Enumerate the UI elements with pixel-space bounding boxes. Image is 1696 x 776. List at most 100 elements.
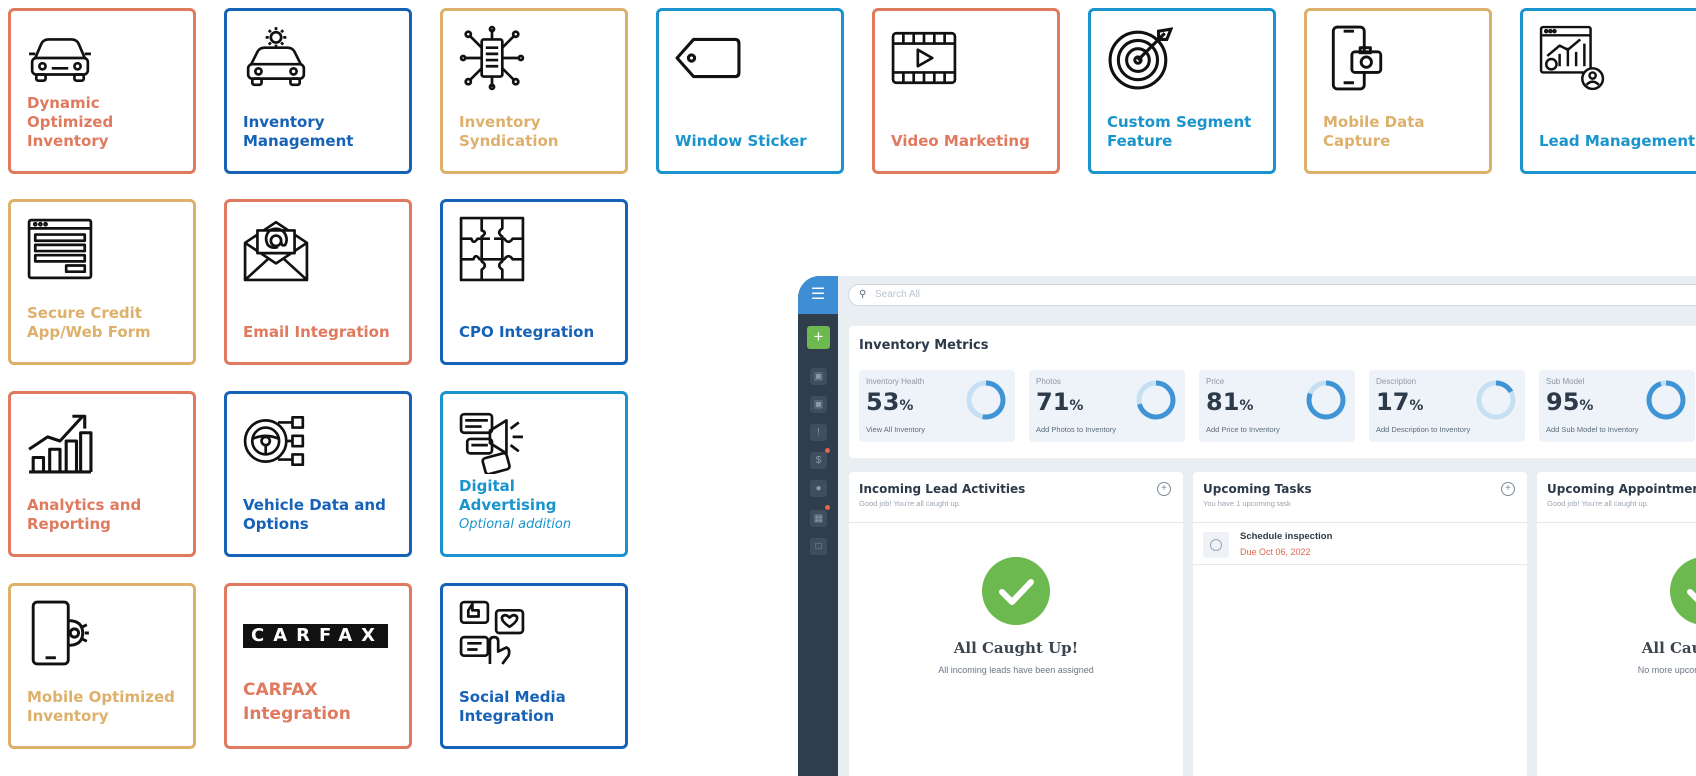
metric-action-link[interactable]: Add Photos to Inventory [1036,425,1116,434]
chat-icon[interactable]: ● [810,480,827,497]
card-label: Inventory Management [243,113,354,150]
card-video-marketing[interactable]: Video Marketing [872,8,1060,174]
sidebar: ☰ + ▣ ▣ ! $ ● ▦ □ [798,276,838,776]
metric-donut [1476,380,1516,420]
empty-state-text: All incoming leads have been assigned [938,665,1094,675]
target-icon [1107,25,1173,91]
donut-fill [1646,380,1686,420]
search-input[interactable]: ⚲ Search All [848,284,1696,306]
metric-description[interactable]: Description 17% Add Description to Inven… [1369,370,1525,442]
panel-title: Upcoming Tasks [1203,482,1312,496]
divider [849,522,1183,523]
card-label: Analytics and Reporting [27,496,142,533]
card-label: Digital Advertising Optional addition [459,477,617,534]
card-vehicle-data-options[interactable]: Vehicle Data and Options [224,391,412,557]
card-secure-credit-app[interactable]: Secure Credit App/Web Form [8,199,196,365]
card-label: CPO Integration [459,323,595,341]
car-icon[interactable]: ▣ [810,368,827,385]
card-sublabel: Optional addition [459,517,572,532]
phone-camera-icon [1323,25,1389,91]
add-lead-button[interactable]: + [1157,482,1171,496]
metric-label: Description [1376,377,1417,386]
panel-subtitle: Good job! You're all caught up. [1547,499,1649,508]
metric-price[interactable]: Price 81% Add Price to Inventory [1199,370,1355,442]
card-label: Inventory Syndication [459,113,559,150]
panel-subtitle: Good job! You're all caught up. [859,499,961,508]
checkmark-icon [1670,557,1696,625]
metric-donut [966,380,1006,420]
metric-sub-model[interactable]: Sub Model 95% Add Sub Model to Inventory [1539,370,1695,442]
card-digital-advertising[interactable]: Digital Advertising Optional addition [440,391,628,557]
card-inventory-syndication[interactable]: Inventory Syndication [440,8,628,174]
card-label: Mobile Data Capture [1323,113,1425,150]
card-label: Vehicle Data and Options [243,496,386,533]
card-analytics-reporting[interactable]: Analytics and Reporting [8,391,196,557]
carfax-logo: CARFAX [243,624,389,648]
calendar-icon[interactable]: ▦ [810,510,827,527]
metric-label: Price [1206,377,1225,386]
card-mobile-optimized-inventory[interactable]: Mobile Optimized Inventory [8,583,196,749]
card-label: Social Media Integration [459,688,566,725]
empty-state-title: All Caught Up! [953,639,1079,657]
lead-chart-icon [1539,25,1605,91]
card-label: Dynamic Optimized Inventory [27,94,114,150]
inventory-metrics-panel: Inventory Metrics Inventory Health 53% V… [849,326,1696,458]
add-icon[interactable]: + [807,326,830,349]
network-syndication-icon [459,25,525,91]
task-title: Schedule inspection [1240,531,1333,542]
card-lead-management[interactable]: Lead Management [1520,8,1696,174]
metric-value: 17% [1376,388,1424,416]
metric-photos[interactable]: Photos 71% Add Photos to Inventory [1029,370,1185,442]
card-custom-segment-feature[interactable]: Custom Segment Feature [1088,8,1276,174]
email-envelope-icon [243,216,309,282]
card-cpo-integration[interactable]: CPO Integration [440,199,628,365]
card-label: Custom Segment Feature [1107,113,1252,150]
add-task-button[interactable]: + [1501,482,1515,496]
card-label: Mobile Optimized Inventory [27,688,175,725]
clipboard-icon[interactable]: □ [810,538,827,555]
metric-action-link[interactable]: Add Sub Model to Inventory [1546,425,1639,434]
metric-action-link[interactable]: View All Inventory [866,425,925,434]
dashboard-preview: ☰ + ▣ ▣ ! $ ● ▦ □ ⚲ Search All Inventory… [798,276,1696,776]
metric-value: 81% [1206,388,1254,416]
card-email-integration[interactable]: Email Integration [224,199,412,365]
task-item[interactable]: Schedule inspection Due Oct 06, 2022 [1203,528,1523,562]
metric-donut [1646,380,1686,420]
task-due-date: Due Oct 06, 2022 [1240,547,1311,557]
car-front-icon[interactable]: ▣ [810,396,827,413]
notification-dot [825,505,830,510]
card-window-sticker[interactable]: Window Sticker [656,8,844,174]
metric-donut [1306,380,1346,420]
upcoming-appointments-panel: Upcoming Appointments Good job! You're a… [1537,472,1696,776]
incoming-lead-activities-panel: Incoming Lead Activities Good job! You'r… [849,472,1183,776]
checkmark-icon [982,557,1050,625]
upcoming-tasks-panel: Upcoming Tasks You have 1 upcoming task … [1193,472,1527,776]
task-checkbox[interactable] [1203,532,1229,558]
card-dynamic-optimized-inventory[interactable]: Dynamic Optimized Inventory [8,8,196,174]
metric-action-link[interactable]: Add Price to Inventory [1206,425,1280,434]
divider [1537,522,1696,523]
carfax-logo-text: CARFAX [243,624,389,648]
metric-label: Inventory Health [866,377,925,386]
card-inventory-management[interactable]: Inventory Management [224,8,412,174]
card-carfax-integration[interactable]: CARFAX CARFAX Integration [224,583,412,749]
phone-gear-icon [27,600,93,666]
metric-value: 71% [1036,388,1084,416]
panel-subtitle: You have 1 upcoming task [1203,499,1291,508]
car-icon [27,25,93,91]
card-mobile-data-capture[interactable]: Mobile Data Capture [1304,8,1492,174]
search-placeholder: Search All [875,289,921,300]
menu-logo-icon[interactable]: ☰ [798,276,838,314]
social-media-icon [459,600,525,666]
car-gear-icon [243,25,309,91]
metric-inventory-health[interactable]: Inventory Health 53% View All Inventory [859,370,1015,442]
dollar-icon[interactable]: $ [810,452,827,469]
metric-label: Sub Model [1546,377,1585,386]
card-label: Window Sticker [675,132,807,150]
panel-title: Incoming Lead Activities [859,482,1026,496]
alert-icon[interactable]: ! [810,424,827,441]
metric-action-link[interactable]: Add Description to Inventory [1376,425,1470,434]
card-label: CARFAX Integration [243,680,351,724]
card-social-media-integration[interactable]: Social Media Integration [440,583,628,749]
metric-value: 53% [866,388,914,416]
